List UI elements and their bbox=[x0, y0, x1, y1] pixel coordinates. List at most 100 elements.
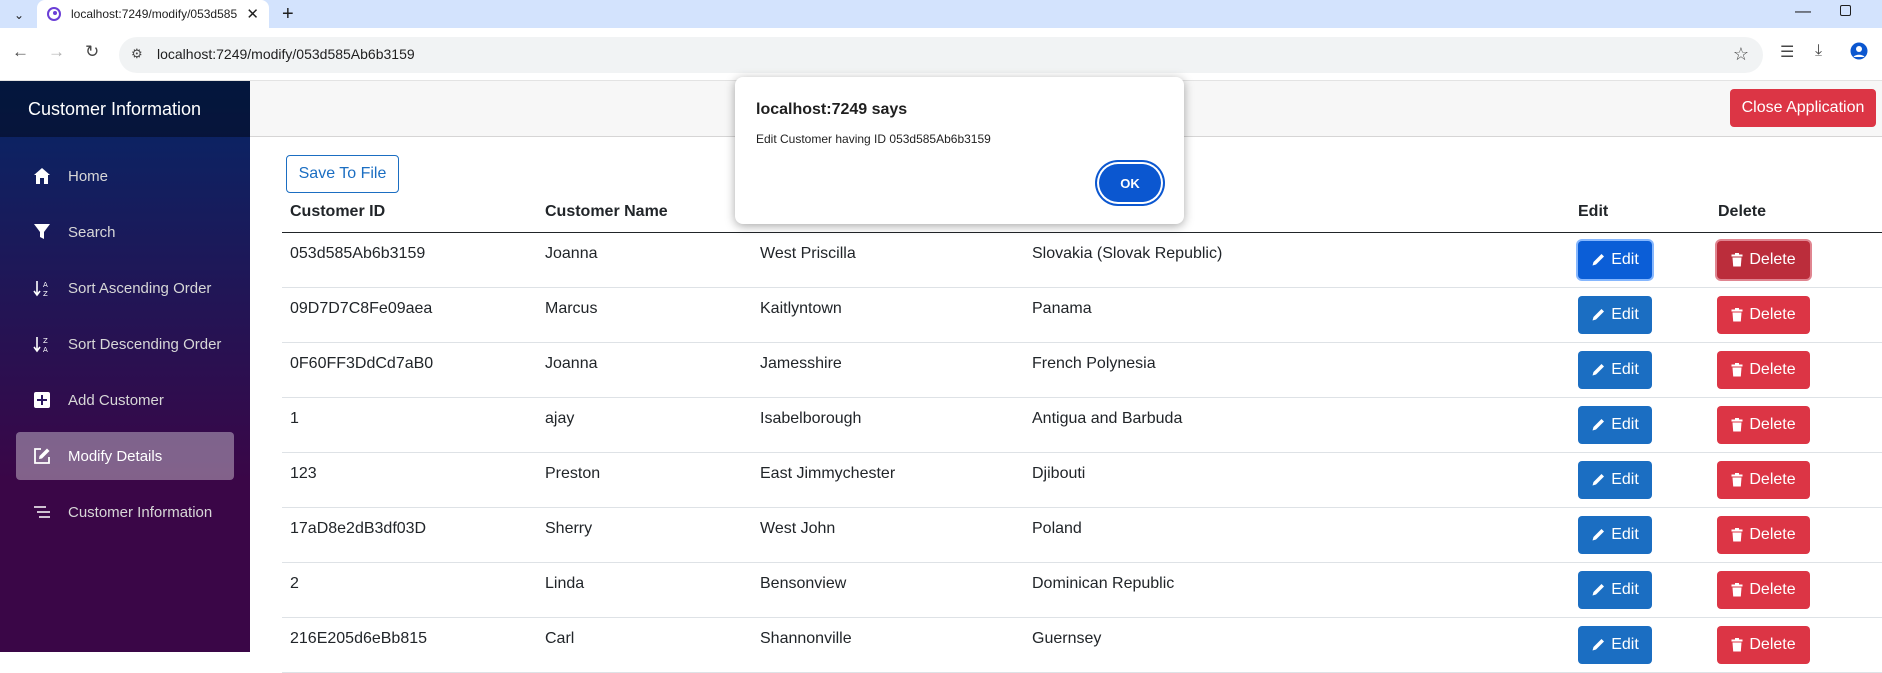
profile-icon[interactable] bbox=[1850, 42, 1868, 65]
edit-button-label: Edit bbox=[1611, 526, 1639, 543]
sidebar-item-search[interactable]: Search bbox=[16, 208, 234, 256]
trash-icon bbox=[1731, 363, 1743, 377]
edit-button[interactable]: Edit bbox=[1578, 461, 1652, 499]
customer-city-cell: West Priscilla bbox=[760, 245, 856, 262]
address-bar[interactable]: ⚙ localhost:7249/modify/053d585Ab6b3159 … bbox=[119, 37, 1763, 73]
table-row: 216E205d6eBb815 Carl Shannonville Guernsey E… bbox=[282, 618, 1882, 673]
svg-text:Z: Z bbox=[43, 337, 48, 345]
edit-button[interactable]: Edit bbox=[1578, 241, 1652, 279]
back-icon[interactable]: ← bbox=[12, 42, 29, 62]
customer-city-cell: Jamesshire bbox=[760, 355, 842, 372]
sidebar-item-add-customer[interactable]: Add Customer bbox=[16, 376, 234, 424]
customer-city-cell: Shannonville bbox=[760, 630, 852, 647]
sort-descending-icon: ZA bbox=[32, 334, 52, 354]
forward-icon[interactable]: → bbox=[48, 42, 65, 62]
customer-id-cell: 17aD8e2dB3df03D bbox=[290, 520, 427, 537]
customer-name-cell: Preston bbox=[545, 465, 601, 482]
delete-button[interactable]: Delete bbox=[1717, 516, 1810, 554]
app-brand[interactable]: Customer Information bbox=[0, 81, 250, 137]
table-row: 09D7D7C8Fe09aea Marcus Kaitlyntown Panama Ed… bbox=[282, 288, 1882, 343]
customer-city-cell: East Jimmychester bbox=[760, 465, 896, 482]
customer-country-cell: Guernsey bbox=[1032, 630, 1102, 647]
customer-name-cell: Joanna bbox=[545, 245, 598, 262]
media-controls-icon[interactable]: ☰ bbox=[1780, 42, 1794, 62]
filter-icon bbox=[32, 222, 52, 242]
pencil-icon bbox=[1591, 363, 1605, 377]
delete-button-label: Delete bbox=[1749, 306, 1796, 323]
customer-country-cell: Panama bbox=[1032, 300, 1092, 317]
customer-country-cell: Antigua and Barbuda bbox=[1032, 410, 1183, 427]
customer-country-cell: Djibouti bbox=[1032, 465, 1086, 482]
sidebar-item-sort-ascending[interactable]: AZ Sort Ascending Order bbox=[16, 264, 234, 312]
new-tab-icon[interactable]: + bbox=[282, 3, 294, 25]
sidebar-item-label: Add Customer bbox=[68, 391, 164, 409]
delete-button[interactable]: Delete bbox=[1717, 571, 1810, 609]
customer-id-cell: 1 bbox=[290, 410, 299, 427]
sidebar-item-label: Search bbox=[68, 223, 116, 241]
site-favicon-icon bbox=[47, 7, 61, 21]
minimize-icon[interactable]: — bbox=[1795, 3, 1811, 21]
table-row: 2 Linda Bensonview Dominican Republic Edit De… bbox=[282, 563, 1882, 618]
delete-button-label: Delete bbox=[1749, 526, 1796, 543]
close-tab-icon[interactable]: ✕ bbox=[246, 5, 259, 23]
edit-button[interactable]: Edit bbox=[1578, 296, 1652, 334]
svg-text:Z: Z bbox=[43, 290, 48, 297]
dialog-ok-button[interactable]: OK bbox=[1099, 164, 1161, 202]
table-row: 1 ajay Isabelborough Antigua and Barbuda Edi… bbox=[282, 398, 1882, 453]
edit-button-label: Edit bbox=[1611, 361, 1639, 378]
customer-id-cell: 2 bbox=[290, 575, 299, 592]
table-row: 053d585Ab6b3159 Joanna West Priscilla Slova… bbox=[282, 233, 1882, 288]
customer-city-cell: Bensonview bbox=[760, 575, 847, 592]
browser-chrome: ⌄ localhost:7249/modify/053d585 ✕ + — ← … bbox=[0, 0, 1882, 81]
bookmark-star-icon[interactable]: ☆ bbox=[1733, 44, 1749, 65]
delete-button-label: Delete bbox=[1749, 251, 1796, 268]
site-info-icon[interactable]: ⚙ bbox=[131, 46, 149, 64]
edit-button[interactable]: Edit bbox=[1578, 516, 1652, 554]
delete-button[interactable]: Delete bbox=[1717, 296, 1810, 334]
pencil-icon bbox=[1591, 638, 1605, 652]
restore-window-icon[interactable] bbox=[1840, 5, 1851, 16]
table-row: 0F60FF3DdCd7aB0 Joanna Jamesshire French Po… bbox=[282, 343, 1882, 398]
list-icon bbox=[32, 502, 52, 522]
dialog-message: Edit Customer having ID 053d585Ab6b3159 bbox=[756, 132, 991, 146]
download-icon[interactable]: ⤓ bbox=[1815, 42, 1822, 60]
browser-tab[interactable]: localhost:7249/modify/053d585 ✕ bbox=[37, 0, 269, 28]
edit-button[interactable]: Edit bbox=[1578, 351, 1652, 389]
edit-button[interactable]: Edit bbox=[1578, 626, 1652, 664]
edit-button-label: Edit bbox=[1611, 251, 1639, 268]
pencil-icon bbox=[1591, 418, 1605, 432]
delete-button[interactable]: Delete bbox=[1717, 626, 1810, 664]
delete-button[interactable]: Delete bbox=[1717, 241, 1810, 279]
sidebar-item-label: Modify Details bbox=[68, 447, 163, 465]
sidebar-item-modify-details[interactable]: Modify Details bbox=[16, 432, 234, 480]
edit-button-label: Edit bbox=[1611, 636, 1639, 653]
edit-icon bbox=[32, 446, 52, 466]
table-row: 17aD8e2dB3df03D Sherry West John Poland Edit… bbox=[282, 508, 1882, 563]
edit-button[interactable]: Edit bbox=[1578, 571, 1652, 609]
delete-button-label: Delete bbox=[1749, 581, 1796, 598]
column-header-edit: Edit bbox=[1578, 203, 1609, 220]
reload-icon[interactable]: ↻ bbox=[85, 42, 99, 62]
delete-button-label: Delete bbox=[1749, 416, 1796, 433]
customer-city-cell: Isabelborough bbox=[760, 410, 862, 427]
delete-button[interactable]: Delete bbox=[1717, 351, 1810, 389]
column-header-delete: Delete bbox=[1718, 203, 1767, 220]
sidebar-item-home[interactable]: Home bbox=[16, 152, 234, 200]
customer-name-cell: ajay bbox=[545, 410, 575, 427]
delete-button[interactable]: Delete bbox=[1717, 461, 1810, 499]
save-to-file-button[interactable]: Save To File bbox=[286, 155, 399, 193]
edit-button[interactable]: Edit bbox=[1578, 406, 1652, 444]
url-text[interactable]: localhost:7249/modify/053d585Ab6b3159 bbox=[157, 46, 415, 62]
customer-country-cell: Poland bbox=[1032, 520, 1082, 537]
column-header-customer-id: Customer ID bbox=[290, 203, 386, 220]
edit-button-label: Edit bbox=[1611, 306, 1639, 323]
delete-button-label: Delete bbox=[1749, 636, 1796, 653]
tab-search-icon[interactable]: ⌄ bbox=[8, 4, 30, 26]
edit-button-label: Edit bbox=[1611, 416, 1639, 433]
sort-ascending-icon: AZ bbox=[32, 278, 52, 298]
sidebar-item-customer-information[interactable]: Customer Information bbox=[16, 488, 234, 536]
sidebar-item-sort-descending[interactable]: ZA Sort Descending Order bbox=[16, 320, 234, 368]
delete-button[interactable]: Delete bbox=[1717, 406, 1810, 444]
customer-name-cell: Marcus bbox=[545, 300, 598, 317]
close-application-button[interactable]: Close Application bbox=[1730, 89, 1876, 127]
